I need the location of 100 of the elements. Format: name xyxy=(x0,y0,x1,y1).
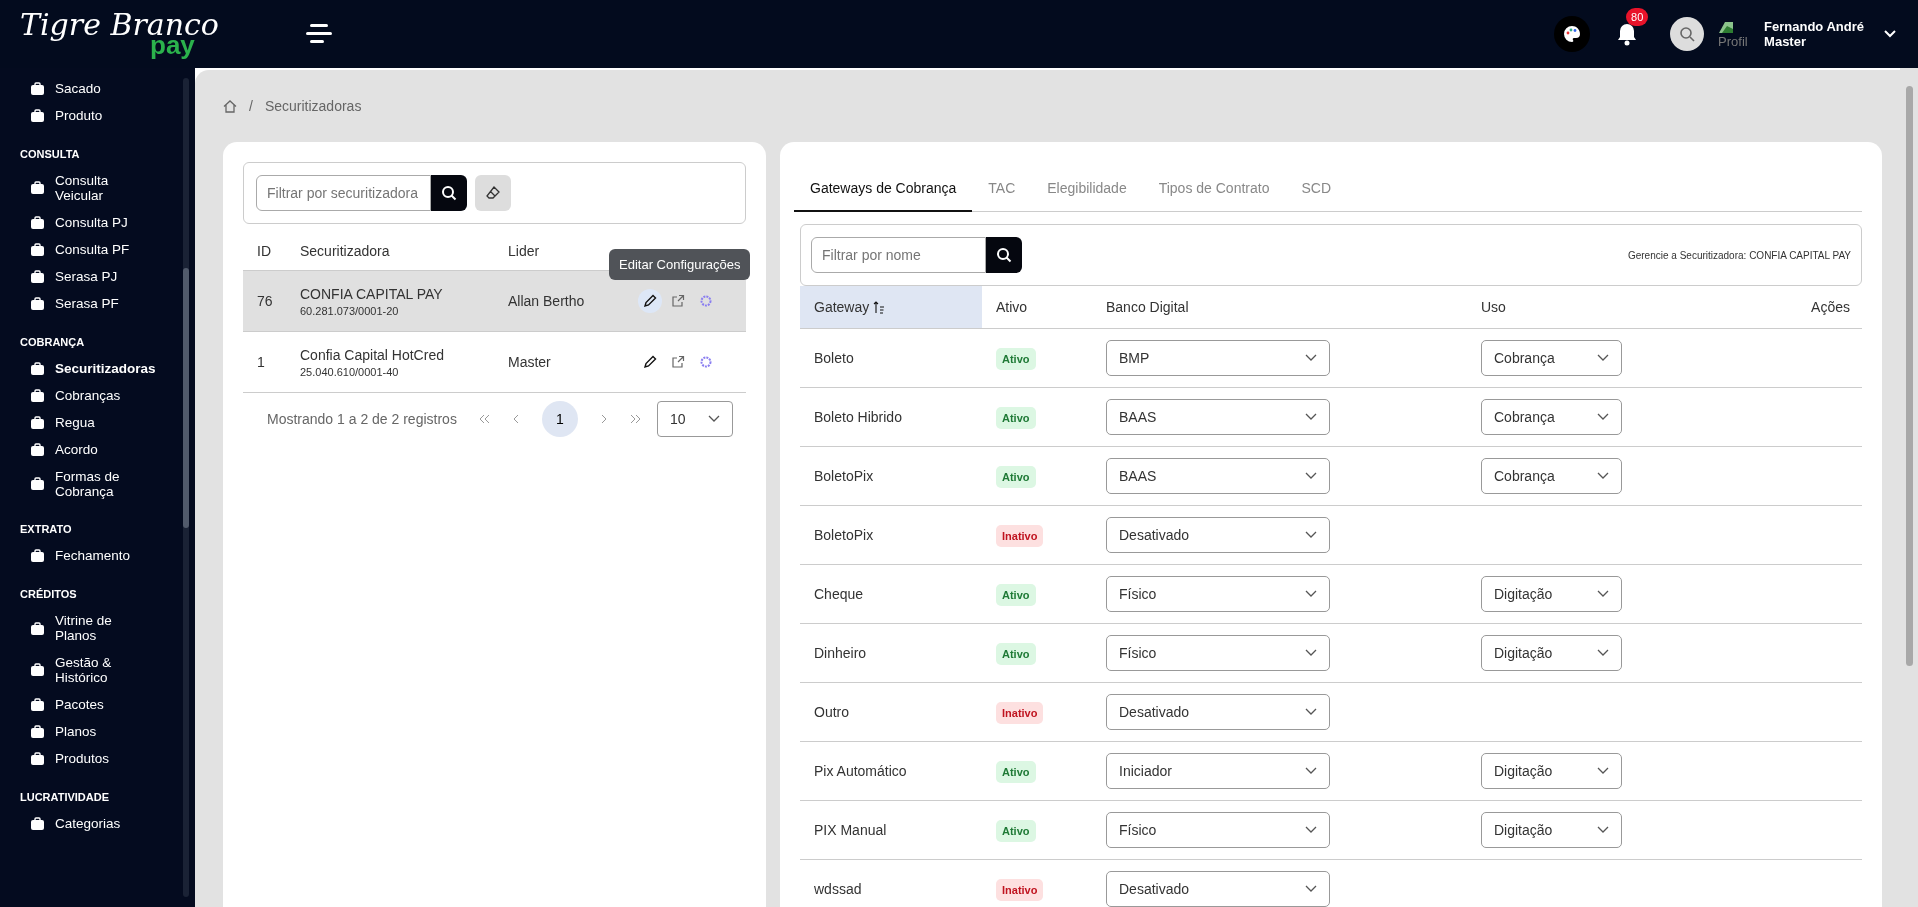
menu-item-icon xyxy=(30,242,45,258)
usage-select[interactable]: Cobrança xyxy=(1481,340,1622,376)
section-title: CONSULTA xyxy=(20,148,81,160)
external-link-icon xyxy=(671,355,685,369)
chevron-down-icon xyxy=(1597,413,1609,421)
filter-field[interactable]: Filtrar por nome xyxy=(811,237,986,273)
usage-select[interactable]: Digitação xyxy=(1481,753,1622,789)
previous-page-icon[interactable] xyxy=(512,414,520,424)
sidebar-item[interactable]: Securitizadoras xyxy=(20,355,170,383)
menu-item-icon xyxy=(30,724,45,740)
bank-select[interactable]: BAAS xyxy=(1106,458,1330,494)
edit-button[interactable] xyxy=(638,289,662,313)
column-header[interactable]: Gateway xyxy=(800,286,982,328)
search-button[interactable] xyxy=(986,237,1022,273)
bank-select[interactable]: Desativado xyxy=(1106,871,1330,907)
column-header: Ativo xyxy=(995,299,1029,315)
first-page-icon[interactable] xyxy=(478,414,491,424)
section-title: COBRANÇA xyxy=(20,335,86,348)
chevron-down-icon xyxy=(707,415,720,423)
usage-select[interactable]: Digitação xyxy=(1481,576,1622,612)
status-badge: Ativo xyxy=(996,348,1036,370)
chevron-down-icon xyxy=(1305,826,1317,834)
sidebar-item[interactable]: Pacotes xyxy=(20,691,170,719)
search-button[interactable] xyxy=(431,175,467,211)
page-size-select[interactable]: 10 xyxy=(656,401,733,437)
id-cell-text: 1 xyxy=(256,354,266,370)
chevron-down-icon[interactable] xyxy=(1884,30,1896,38)
status-badge: Ativo xyxy=(996,584,1036,606)
notification-badge: 80 xyxy=(1626,8,1649,26)
scrollbar[interactable] xyxy=(183,78,189,897)
sort-icon[interactable] xyxy=(873,300,886,314)
sidebar-item[interactable]: Regua xyxy=(20,409,170,437)
sidebar-item[interactable]: Consulta PJ xyxy=(20,209,170,237)
sidebar-item[interactable]: Categorias xyxy=(20,810,170,838)
usage-select[interactable]: Cobrança xyxy=(1481,458,1622,494)
home-icon[interactable] xyxy=(223,99,237,113)
company-name: Confia Capital HotCred xyxy=(300,346,445,363)
eraser-button[interactable] xyxy=(475,175,511,211)
sidebar-item[interactable]: Consulta Veicular xyxy=(20,168,170,210)
menu-icon[interactable] xyxy=(306,24,332,44)
tab[interactable]: Gateways de Cobrança xyxy=(794,162,973,212)
sidebar-item[interactable]: Produto xyxy=(20,103,170,130)
page-button[interactable]: 1 xyxy=(541,401,578,437)
table-row[interactable]: 1 Confia Capital HotCred 25.040.610/0001-40 Master xyxy=(243,332,746,393)
menu-item-icon xyxy=(30,549,45,565)
next-page-icon[interactable] xyxy=(599,414,607,424)
sidebar-item[interactable]: Planos xyxy=(20,718,170,746)
chevron-down-icon xyxy=(1305,708,1317,716)
status-badge: Ativo xyxy=(996,643,1036,665)
sidebar-item[interactable]: Sacado xyxy=(20,76,170,103)
sidebar-item[interactable]: Acordo xyxy=(20,436,170,464)
tab[interactable]: SCD xyxy=(1285,162,1347,212)
menu-item-icon xyxy=(30,751,45,767)
filter-field[interactable]: Filtrar por securitizadora xyxy=(256,175,431,211)
bank-select[interactable]: Físico xyxy=(1106,635,1330,671)
leader-cell-text: Allan Bertho xyxy=(508,293,586,309)
bank-select[interactable]: Desativado xyxy=(1106,517,1330,553)
tab[interactable]: TAC xyxy=(972,162,1032,212)
sidebar-item[interactable]: Cobranças xyxy=(20,382,170,410)
company-name: CONFIA CAPITAL PAY xyxy=(300,285,444,302)
sidebar-item[interactable]: Fechamento xyxy=(20,543,170,571)
status-badge: Inativo xyxy=(996,879,1044,901)
usage-select[interactable]: Digitação xyxy=(1481,635,1622,671)
bank-select[interactable]: Físico xyxy=(1106,576,1330,612)
palette-button[interactable] xyxy=(1554,16,1591,52)
sidebar-item[interactable]: Serasa PJ xyxy=(20,263,170,291)
id-cell-text: 76 xyxy=(256,293,274,309)
sidebar-item[interactable]: Consulta PF xyxy=(20,236,170,264)
column-header: Uso xyxy=(1481,299,1507,315)
sidebar-item[interactable]: Produtos xyxy=(20,745,170,773)
breadcrumb-item[interactable]: Securitizadoras xyxy=(264,98,362,114)
bank-select[interactable]: Iniciador xyxy=(1106,753,1330,789)
bell-icon[interactable] xyxy=(1616,22,1639,46)
gateway-cell-text: Outro xyxy=(813,704,850,720)
menu-item-icon xyxy=(30,477,45,493)
bank-select[interactable]: BMP xyxy=(1106,340,1330,376)
tab[interactable]: Elegibilidade xyxy=(1031,162,1143,212)
gateway-cell-text: Cheque xyxy=(813,586,865,602)
tab[interactable]: Tipos de Contrato xyxy=(1142,162,1286,212)
usage-select[interactable]: Cobrança xyxy=(1481,399,1622,435)
sidebar-item[interactable]: Formas de Cobrança xyxy=(20,463,170,506)
bank-select[interactable]: Desativado xyxy=(1106,694,1330,730)
search-button[interactable] xyxy=(1670,17,1705,51)
chevron-down-icon xyxy=(1305,531,1317,539)
last-page-icon[interactable] xyxy=(628,414,641,424)
menu-item-icon xyxy=(30,697,45,713)
bank-select[interactable]: Físico xyxy=(1106,812,1330,848)
sidebar-item[interactable]: Gestão & Histórico xyxy=(20,650,170,692)
sidebar-item[interactable]: Serasa PF xyxy=(20,290,170,318)
sidebar-item[interactable]: Vitrine de Planos xyxy=(20,608,170,651)
bank-select[interactable]: BAAS xyxy=(1106,399,1330,435)
usage-select[interactable]: Digitação xyxy=(1481,812,1622,848)
scrollbar[interactable] xyxy=(1900,68,1918,907)
menu-item-icon xyxy=(30,296,45,312)
cnpj-text: 60.281.073/0001-20 xyxy=(300,304,400,317)
chevron-down-icon xyxy=(1597,649,1609,657)
gateway-cell-text: Dinheiro xyxy=(813,645,868,661)
chevron-down-icon xyxy=(1305,649,1317,657)
menu-item-icon xyxy=(30,442,45,458)
broken-image-icon xyxy=(1718,19,1735,34)
